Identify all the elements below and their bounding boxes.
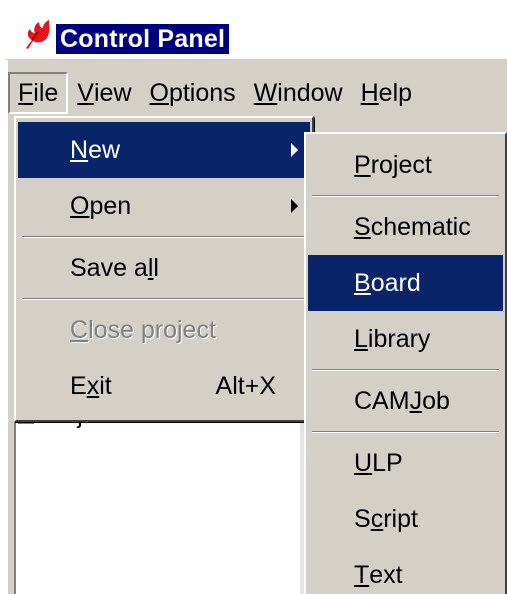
close-mnemonic: C	[70, 315, 89, 344]
new-menu-item-ulp[interactable]: U LP	[308, 435, 503, 491]
project-rest: roject	[370, 150, 432, 179]
app-logo-icon	[26, 20, 50, 49]
menu-help[interactable]: Help	[352, 72, 421, 114]
library-mnemonic: L	[354, 324, 368, 353]
save-all-a: Save a	[70, 253, 148, 282]
menu-file-rest: ile	[33, 78, 59, 107]
cam-a: CAM	[354, 386, 410, 415]
exit-mnemonic: x	[86, 371, 100, 400]
menu-bar: File View Options Window Help	[8, 70, 507, 116]
menu-options[interactable]: Options	[141, 72, 245, 114]
menu-options-rest: ptions	[168, 78, 236, 107]
submenu-arrow-icon	[291, 143, 298, 157]
new-menu-item-cam-job[interactable]: CAM Job	[308, 373, 503, 429]
title-bar: Control Panel	[6, 10, 507, 60]
ulp-mnemonic: U	[354, 448, 373, 477]
file-menu-item-exit[interactable]: Ex it Alt+X	[18, 358, 310, 414]
script-mnemonic: c	[370, 504, 384, 533]
screen: Control Panel File View Options Window H…	[0, 0, 507, 594]
ulp-rest: LP	[372, 448, 403, 477]
project-mnemonic: P	[354, 150, 371, 179]
file-menu-item-new[interactable]: New	[18, 122, 310, 178]
menu-window-mnemonic: W	[253, 78, 278, 107]
cam-mnemonic: J	[409, 386, 423, 415]
menu-separator	[312, 195, 499, 197]
menu-separator	[312, 369, 499, 371]
menu-view-mnemonic: V	[77, 78, 94, 107]
text-mnemonic: T	[354, 560, 370, 589]
board-mnemonic: B	[354, 268, 371, 297]
file-menu-item-open[interactable]: Open	[18, 178, 310, 234]
new-mnemonic: N	[70, 135, 89, 164]
close-rest: lose project	[88, 315, 216, 344]
file-menu-item-save-all[interactable]: Save all	[18, 240, 310, 296]
new-menu-item-schematic[interactable]: Schematic	[308, 199, 503, 255]
menu-separator	[22, 298, 306, 300]
file-menu-item-close-project: Close project	[18, 302, 310, 358]
menu-options-mnemonic: O	[149, 78, 169, 107]
menu-view[interactable]: View	[68, 72, 140, 114]
menu-window-rest: indow	[277, 78, 343, 107]
board-rest: oard	[370, 268, 421, 297]
file-menu: New Open Save all Close project Ex it Alt…	[14, 116, 314, 422]
exit-a: E	[70, 371, 87, 400]
menu-view-rest: iew	[93, 78, 132, 107]
menu-separator	[22, 236, 306, 238]
window-title-highlight: Control Panel	[56, 24, 230, 54]
window-title: Control Panel	[60, 24, 226, 53]
new-rest: ew	[88, 135, 121, 164]
new-menu-item-text[interactable]: Text	[308, 547, 503, 594]
menu-help-rest: elp	[378, 78, 413, 107]
cam-b: ob	[422, 386, 450, 415]
schematic-mnemonic: S	[354, 212, 371, 241]
new-menu-item-board[interactable]: Board	[308, 255, 503, 311]
text-rest: ext	[369, 560, 403, 589]
new-menu-item-library[interactable]: Library	[308, 311, 503, 367]
exit-b: it	[99, 371, 112, 400]
menu-file-mnemonic: F	[18, 78, 34, 107]
menu-separator	[312, 431, 499, 433]
script-a: S	[354, 504, 371, 533]
new-menu-item-project[interactable]: Project	[308, 137, 503, 193]
open-mnemonic: O	[70, 191, 90, 220]
schematic-rest: chematic	[370, 212, 471, 241]
new-menu-item-script[interactable]: Sc ript	[308, 491, 503, 547]
exit-shortcut: Alt+X	[215, 371, 276, 400]
menu-help-mnemonic: H	[360, 78, 379, 107]
new-submenu: Project Schematic Board Library CAM Job …	[304, 132, 507, 594]
menu-file[interactable]: File	[8, 72, 69, 114]
library-rest: ibrary	[367, 324, 431, 353]
menu-window[interactable]: Window	[245, 72, 352, 114]
open-rest: pen	[89, 191, 132, 220]
submenu-arrow-icon	[291, 199, 298, 213]
save-all-b: l	[153, 253, 159, 282]
script-b: ript	[383, 504, 418, 533]
